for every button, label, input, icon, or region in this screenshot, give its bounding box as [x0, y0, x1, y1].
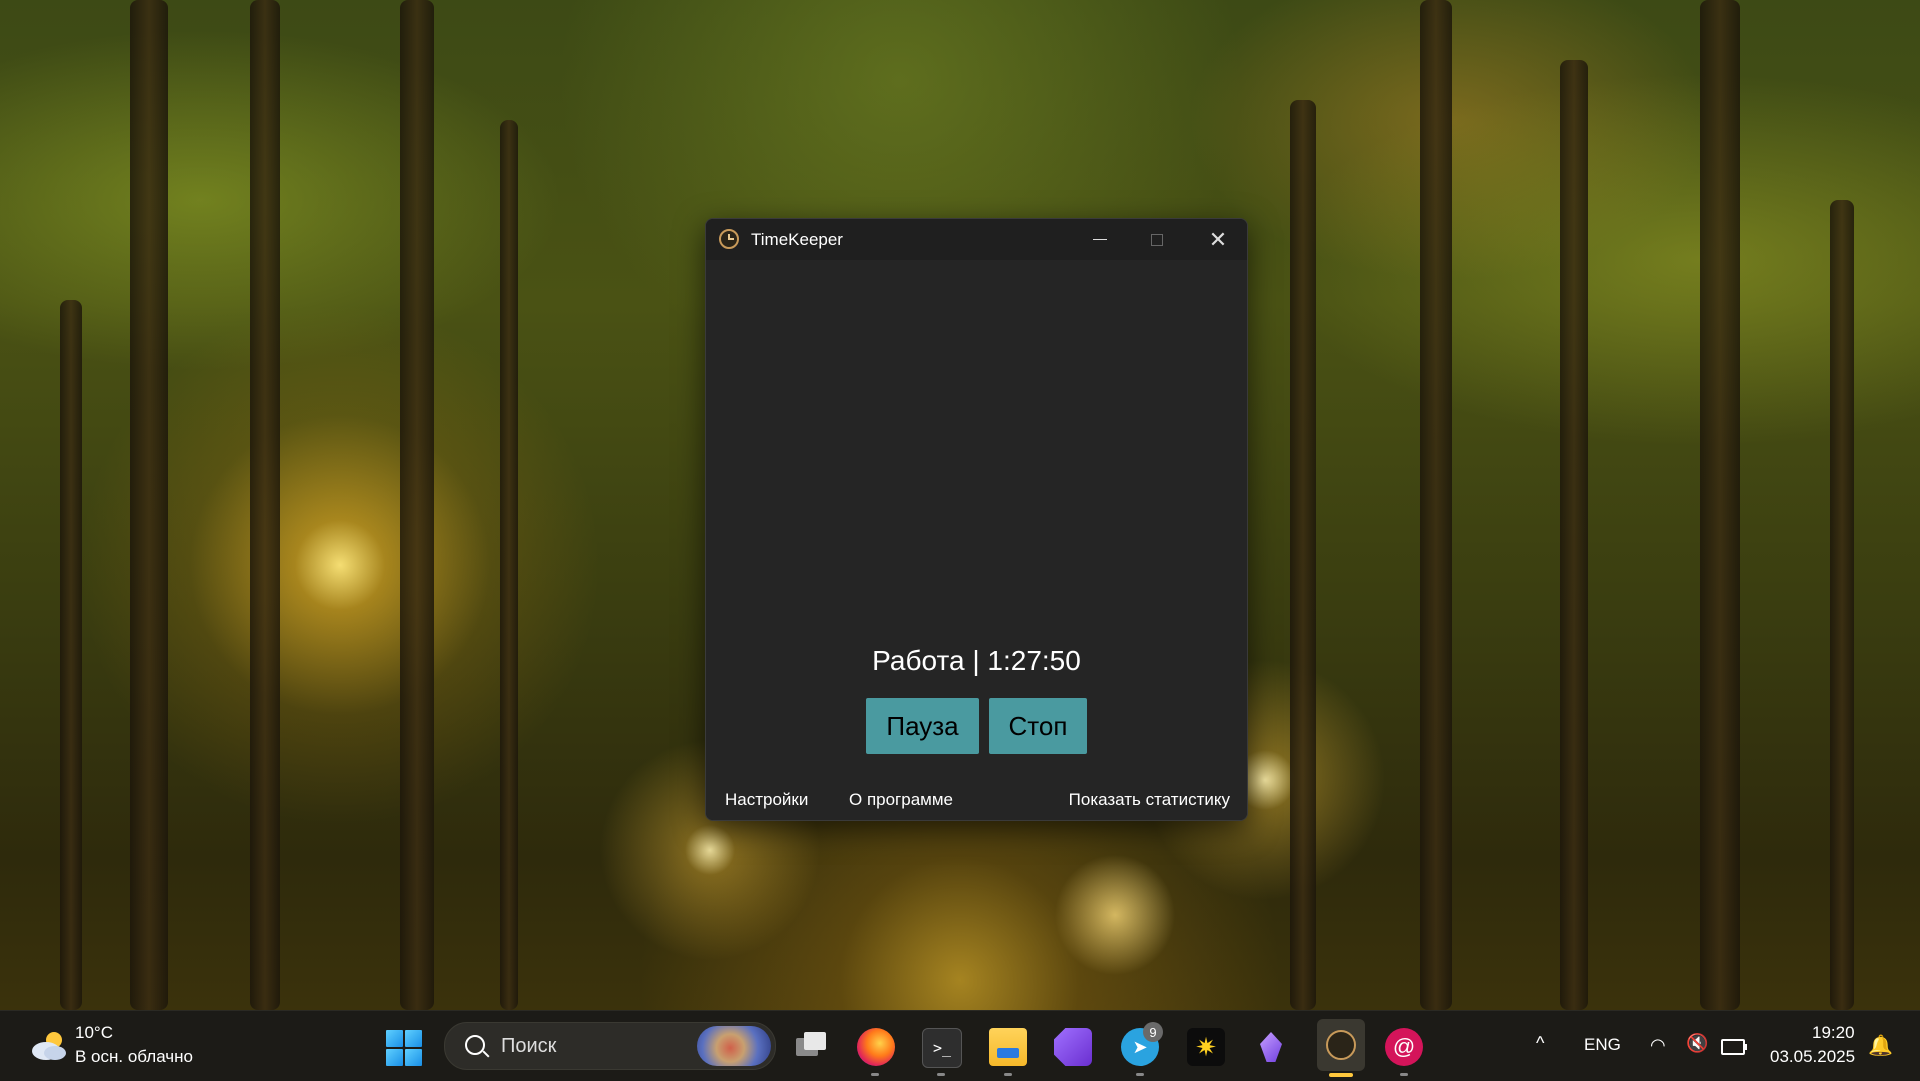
running-indicator [871, 1073, 879, 1076]
about-link[interactable]: О программе [849, 790, 953, 810]
timer-status: Работа | 1:27:50 [872, 645, 1081, 676]
debian-icon[interactable]: @ [1385, 1028, 1423, 1066]
wifi-icon[interactable]: ◠ [1650, 1035, 1666, 1056]
maximize-button[interactable] [1129, 219, 1185, 260]
close-icon: ✕ [1208, 226, 1228, 252]
search-placeholder: Поиск [501, 1035, 557, 1057]
maximize-icon [1151, 233, 1163, 246]
minimize-button[interactable] [1072, 219, 1128, 260]
window-title: TimeKeeper [751, 230, 843, 249]
weather-temperature[interactable]: 10°C [75, 1023, 113, 1043]
show-hidden-icons-chevron-icon[interactable]: ^ [1536, 1033, 1544, 1054]
timekeeper-taskbar-button[interactable] [1317, 1019, 1365, 1071]
running-indicator [1136, 1073, 1144, 1076]
visual-studio-icon[interactable] [1054, 1028, 1092, 1066]
search-highlight-image[interactable] [697, 1026, 771, 1066]
clock-time[interactable]: 19:20 [1812, 1023, 1855, 1043]
stop-button[interactable]: Стоп [989, 698, 1087, 754]
timekeeper-icon [719, 229, 739, 249]
close-button[interactable]: ✕ [1190, 219, 1246, 260]
crystal-app-icon[interactable] [1252, 1028, 1290, 1066]
search-icon [465, 1035, 485, 1055]
running-indicator [937, 1073, 945, 1076]
battery-icon[interactable] [1721, 1039, 1747, 1055]
volume-muted-icon[interactable]: 🔇 [1686, 1033, 1708, 1054]
search-input[interactable]: Поиск [444, 1022, 776, 1070]
running-indicator [1004, 1073, 1012, 1076]
pause-button[interactable]: Пауза [866, 698, 979, 754]
cloudy-weather-icon[interactable] [28, 1029, 68, 1063]
telegram-unread-badge: 9 [1143, 1022, 1163, 1042]
file-explorer-icon[interactable] [989, 1028, 1027, 1066]
terminal-icon[interactable]: >_ [922, 1028, 962, 1068]
task-view-icon[interactable] [792, 1028, 830, 1066]
clock-date[interactable]: 03.05.2025 [1770, 1047, 1855, 1067]
show-statistics-link[interactable]: Показать статистику [1069, 790, 1230, 810]
title-bar[interactable]: TimeKeeper ✕ [706, 219, 1247, 260]
notification-icon[interactable]: 🔔 [1868, 1033, 1893, 1058]
windows-start-icon[interactable] [386, 1030, 422, 1066]
language-indicator[interactable]: ENG [1584, 1035, 1621, 1055]
taskbar: 10°C В осн. облачно Поиск >_ ➤ 9 ✷ @ ^ E… [0, 1010, 1920, 1081]
weather-description[interactable]: В осн. облачно [75, 1047, 193, 1067]
timekeeper-window: TimeKeeper ✕ Работа | 1:27:50 Пауза Стоп… [705, 218, 1248, 821]
sun-app-icon[interactable]: ✷ [1187, 1028, 1225, 1066]
active-window-indicator [1329, 1073, 1353, 1077]
timekeeper-icon [1326, 1030, 1356, 1060]
firefox-icon[interactable] [857, 1028, 895, 1066]
minimize-icon [1093, 239, 1107, 240]
running-indicator [1400, 1073, 1408, 1076]
settings-link[interactable]: Настройки [725, 790, 808, 810]
